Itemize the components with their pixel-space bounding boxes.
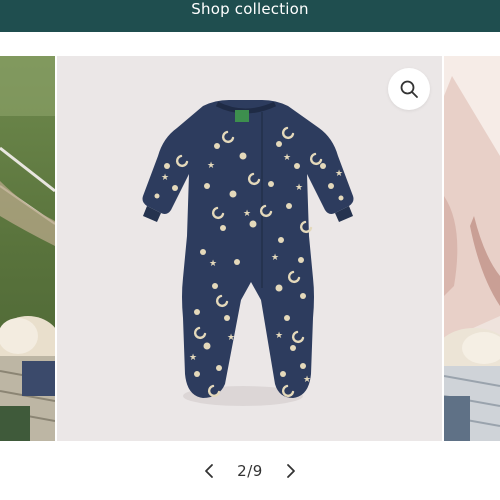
svg-text:★: ★	[189, 353, 197, 363]
svg-text:★: ★	[161, 173, 169, 183]
next-image-button[interactable]	[283, 461, 299, 481]
svg-text:★: ★	[271, 253, 279, 263]
svg-text:★: ★	[243, 209, 251, 219]
svg-text:★: ★	[335, 169, 343, 179]
teepee-blanket-photo	[444, 56, 500, 441]
image-counter: 2/9	[237, 462, 263, 480]
main-product-image[interactable]: ★ ★ ★ ★ ★ ★ ★ ★ ★ ★ ★ ★	[57, 56, 442, 441]
shop-collection-label: Shop collection	[191, 0, 309, 18]
svg-text:★: ★	[283, 153, 291, 163]
previous-slide-image[interactable]	[0, 56, 55, 441]
chevron-right-icon	[286, 464, 295, 478]
svg-text:★: ★	[303, 375, 311, 385]
previous-image-button[interactable]	[201, 461, 217, 481]
svg-text:★: ★	[275, 331, 283, 341]
sleepsuit-photo: ★ ★ ★ ★ ★ ★ ★ ★ ★ ★ ★ ★	[142, 100, 354, 406]
search-icon	[400, 80, 418, 98]
outdoor-blanket-photo	[0, 56, 55, 441]
svg-text:★: ★	[209, 259, 217, 269]
product-image-carousel[interactable]: ★ ★ ★ ★ ★ ★ ★ ★ ★ ★ ★ ★	[0, 56, 500, 441]
svg-text:★: ★	[227, 333, 235, 343]
chevron-left-icon	[205, 464, 214, 478]
shop-collection-button[interactable]: Shop collection	[0, 0, 500, 32]
next-slide-image[interactable]	[444, 56, 500, 441]
svg-text:★: ★	[207, 161, 215, 171]
svg-text:★: ★	[295, 183, 303, 193]
zoom-button[interactable]	[388, 68, 430, 110]
carousel-pager: 2/9	[0, 458, 500, 484]
